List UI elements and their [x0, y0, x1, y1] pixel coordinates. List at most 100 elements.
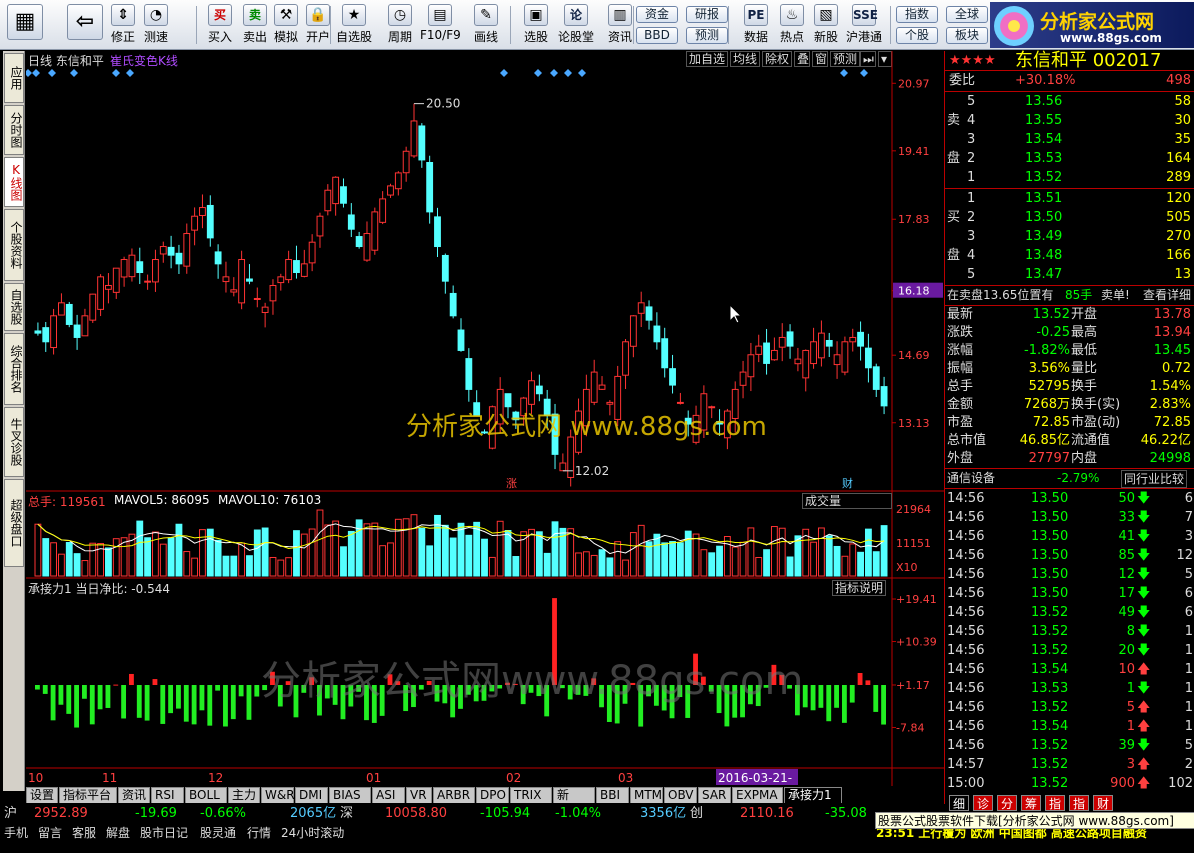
indicator-tab-2[interactable]: 资讯: [118, 787, 150, 803]
buy-level-3[interactable]: 3 13.49 270: [945, 227, 1194, 246]
cy-index[interactable]: 2110.16: [740, 804, 794, 824]
buy-level-2[interactable]: 2 13.50 505: [945, 208, 1194, 227]
candle-body: [355, 236, 363, 248]
indicator-tab-7[interactable]: DMI: [295, 787, 328, 803]
toolbar-f10-button[interactable]: ▤ F10/F9: [420, 4, 461, 48]
quote-tab-6[interactable]: 财: [1093, 795, 1113, 811]
indicator-tab-1[interactable]: 指标平台: [59, 787, 117, 803]
volume-bar: [614, 541, 622, 577]
indicator-tab-12[interactable]: DPO: [476, 787, 509, 803]
quote-tab-5[interactable]: 指: [1069, 795, 1089, 811]
sidebar-tab-7[interactable]: 超级盘口: [4, 479, 24, 567]
pill-button[interactable]: 板块: [946, 27, 988, 44]
indicator-tab-11[interactable]: ARBR: [433, 787, 475, 803]
indicator-tab-16[interactable]: MTM: [630, 787, 663, 803]
indicator-tab-19[interactable]: EXPMA: [732, 787, 783, 803]
quote-tab-3[interactable]: 筹: [1021, 795, 1041, 811]
indicator-tab-18[interactable]: SAR: [698, 787, 731, 803]
bottom-link-1[interactable]: 留言: [38, 824, 62, 842]
quote-tab-0[interactable]: 细: [949, 795, 969, 811]
bottom-link-5[interactable]: 股灵通: [200, 824, 236, 842]
toolbar-star-button[interactable]: ★ 自选股: [334, 4, 374, 48]
indicator-tab-17[interactable]: OBV: [664, 787, 697, 803]
bottom-link-4[interactable]: 股市日记: [140, 824, 188, 842]
bottom-link-3[interactable]: 解盘: [106, 824, 130, 842]
pill-button[interactable]: 资金: [636, 6, 678, 23]
toolbar-back-arrow-button[interactable]: ⇦: [62, 4, 108, 48]
sidebar-tab-5[interactable]: 综合排名: [4, 333, 24, 405]
indicator-tab-8[interactable]: BIAS: [329, 787, 371, 803]
toolbar-lock-button[interactable]: 🔒 开户: [298, 4, 338, 48]
volume-bar: [253, 529, 261, 577]
toolbar-grid-button[interactable]: ▦: [2, 4, 48, 48]
bottom-link-6[interactable]: 行情: [247, 824, 271, 842]
indicator-tab-13[interactable]: TRIX: [510, 787, 552, 803]
indicator-tab-14[interactable]: 新DMA: [553, 787, 595, 817]
pill-button[interactable]: 研报: [686, 6, 728, 23]
indicator-tab-6[interactable]: W&R: [261, 787, 295, 803]
indicator-tab-5[interactable]: 主力: [228, 787, 260, 803]
pill-button[interactable]: 全球: [946, 6, 988, 23]
volume-bar: [763, 549, 770, 577]
toolbar-buy-button[interactable]: 买买入: [200, 4, 240, 48]
indicator-tab-20[interactable]: 承接力1: [784, 787, 842, 803]
sell-level-4[interactable]: 4 13.55 30: [945, 111, 1194, 130]
bottom-link-2[interactable]: 客服: [72, 824, 96, 842]
pill-button[interactable]: 指数: [896, 6, 938, 23]
indicator-tab-9[interactable]: ASI: [372, 787, 405, 803]
indicator-bar: [97, 685, 103, 710]
quote-tab-1[interactable]: 诊: [973, 795, 993, 811]
toolbar-data-button[interactable]: PE 数据: [736, 4, 776, 48]
volume-bar: [575, 552, 582, 577]
sh-index[interactable]: 2952.89: [34, 804, 88, 824]
tick-volume: 49: [1118, 605, 1135, 620]
kline-chart[interactable]: 日线 东信和平 崔氏变色K线 加自选 均线 除权叠窗预测 ⏭ ▾ 20.97 19.41 1…: [26, 51, 944, 786]
sell-level-2[interactable]: 2 13.53 164: [945, 149, 1194, 168]
volume-bar: [872, 551, 880, 577]
bottom-link-7[interactable]: 24小时滚动: [281, 824, 344, 842]
buy-level-4[interactable]: 4 13.48 166: [945, 246, 1194, 265]
bottom-link-0[interactable]: 手机: [4, 824, 28, 842]
sidebar-tab-6[interactable]: 牛叉诊股: [4, 407, 24, 477]
toolbar-speed-button[interactable]: ◔ 测速: [136, 4, 176, 48]
sidebar-tab-3[interactable]: 个股资料: [4, 209, 24, 281]
toolbar-select-button[interactable]: ▣ 选股: [516, 4, 556, 48]
sidebar-tab-2[interactable]: K线图: [4, 157, 24, 207]
sell-level-3[interactable]: 3 13.54 35: [945, 130, 1194, 149]
sidebar-tab-1[interactable]: 分时图: [4, 105, 24, 155]
peer-compare-button[interactable]: 同行业比较: [1121, 470, 1188, 488]
toolbar-pen-button[interactable]: ✎ 画线: [466, 4, 506, 48]
sidebar-tab-0[interactable]: 应用: [4, 53, 24, 103]
quote-panel: 东信和平 002017 ★★★★ 委比 +30.18% 498 卖盘 5 13.56 58 4 13…: [875, 51, 1194, 829]
toolbar-hk-button[interactable]: SSE 沪港通: [844, 4, 884, 48]
indicator-tab-0[interactable]: 设置: [26, 787, 58, 803]
tick-count: 6: [1184, 491, 1193, 506]
indicator-tab-3[interactable]: RSI: [151, 787, 184, 803]
toolbar-forum-button[interactable]: 论论股堂: [556, 4, 596, 48]
sell-level-1[interactable]: 1 13.52 289: [945, 168, 1194, 187]
toolbar-newstock-button[interactable]: ▧ 新股: [806, 4, 846, 48]
promo-banner[interactable]: 股票公式股票软件下载[分析家公式网 www.88gs.com]: [875, 812, 1194, 829]
logo-title: 分析家公式网: [1040, 11, 1155, 33]
pill-button[interactable]: BBD: [636, 27, 678, 44]
toolbar-clock-button[interactable]: ◷ 周期: [380, 4, 420, 48]
pill-button[interactable]: 预测: [686, 27, 728, 44]
stat-label: 开盘: [1071, 307, 1098, 322]
indicator-tab-10[interactable]: VR: [406, 787, 432, 803]
sz-index[interactable]: 10058.80: [385, 804, 447, 824]
indicator-tab-4[interactable]: BOLL: [185, 787, 227, 803]
volume-dropdown[interactable]: 成交量: [802, 493, 892, 509]
industry-name[interactable]: 通信设备: [947, 469, 995, 488]
buy-level-1[interactable]: 1 13.51 120: [945, 189, 1194, 208]
candle-body: [598, 384, 606, 390]
sell-level-5[interactable]: 5 13.56 58: [945, 92, 1194, 111]
indicator-tab-15[interactable]: BBI: [596, 787, 629, 803]
sidebar-tab-4[interactable]: 自选股: [4, 283, 24, 331]
quote-tab-4[interactable]: 指: [1045, 795, 1065, 811]
pill-button[interactable]: 个股: [896, 27, 938, 44]
indicator-help-button[interactable]: 指标说明: [832, 580, 887, 596]
quote-tab-2[interactable]: 分: [997, 795, 1017, 811]
buy-level-5[interactable]: 5 13.47 13: [945, 265, 1194, 284]
toolbar-news-button[interactable]: ▥ 资讯: [600, 4, 640, 48]
notice-detail-link[interactable]: 查看详细: [1143, 286, 1191, 305]
